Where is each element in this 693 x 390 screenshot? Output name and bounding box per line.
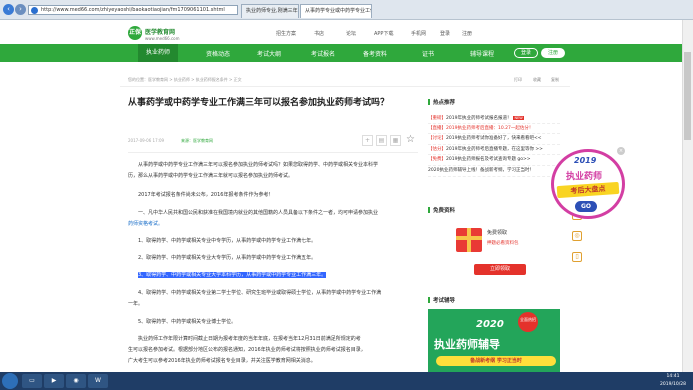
hot-item[interactable]: 【直播】2019执业药师考后直播：10.27一起估分！	[428, 124, 560, 135]
close-icon[interactable]: ×	[617, 147, 625, 155]
toplink-mobile[interactable]: 手机网	[411, 30, 426, 37]
article-item-3: 3、取得药学、中药学或相关专业大学本科学历，从事药学或中药学专业工作满三年。	[138, 270, 327, 281]
scrollbar-thumb[interactable]	[684, 52, 691, 140]
tab-inactive[interactable]: 执业药师专业,刚满三年可...	[241, 4, 299, 18]
explorer-icon[interactable]: ▭	[22, 374, 42, 388]
logo-name[interactable]: 医学教育网	[145, 27, 175, 36]
selected-text[interactable]: 3、取得药学、中药学或相关专业大学本科学历，从事药学或中药学专业工作满三年。	[138, 272, 327, 278]
hot-item[interactable]: 【估分】2019年执业药师考后直播专题，在这里等你 >>	[428, 145, 560, 156]
promo-title: 执业药师	[566, 172, 603, 182]
toplink-plan[interactable]: 招生方案	[276, 30, 296, 37]
promo-year: 2019	[574, 156, 597, 165]
divider	[120, 86, 570, 87]
article-item-1: 1、取得药学、中药学或相关专业中专学历，从事药学或中药学专业工作满七年。	[138, 238, 317, 244]
article-para-2: 2017年考试报名条件尚未公布，2016年报考条件作为参考！	[138, 192, 274, 198]
phone-icon[interactable]: ▯	[572, 252, 582, 262]
favorite-link[interactable]: 收藏	[533, 77, 541, 83]
star-icon[interactable]: ☆	[406, 134, 415, 145]
hot-item[interactable]: 【讨论】2019执业药师考试你准备好了，快来看看吧<<	[428, 134, 560, 145]
login-button[interactable]: 登录	[514, 48, 538, 58]
share-icon[interactable]: ▤	[376, 135, 387, 146]
clock: 14:41 2019/10/28	[660, 374, 686, 387]
start-button[interactable]	[2, 373, 18, 389]
free-subheading: 押题必看资料包	[487, 241, 519, 246]
nav-item-home[interactable]: 执业药师	[138, 44, 179, 62]
logo-icon[interactable]: 正保	[128, 26, 142, 40]
hot-list: 【重磅】2019年执业药师考试报名报道！ NEW 【直播】2019执业药师考后直播…	[428, 113, 560, 177]
chrome-icon[interactable]: ◉	[66, 374, 86, 388]
nav-item-syllabus[interactable]: 考试大纲	[257, 49, 281, 58]
gift-icon	[456, 228, 482, 252]
article-item-5: 5、取得药学、中药学或相关专业博士学位。	[138, 319, 237, 325]
media-icon[interactable]: ▶	[44, 374, 64, 388]
course-title: 考试辅导	[428, 296, 455, 304]
hot-item[interactable]: 【重磅】2019年执业药师考试报名报道！ NEW	[428, 113, 560, 124]
article-divider	[128, 152, 418, 153]
banner-slogan: 备战新考纲 学习正当时	[436, 356, 556, 366]
address-bar[interactable]: http://www.med66.com/zhiyeyaoshi/baokaot…	[28, 5, 238, 15]
back-arrow-icon[interactable]: ‹	[3, 4, 14, 15]
article-para-1b: 历，那么从事药学或中药学专业工作满三年就可以报名参加执业药师考试。	[128, 173, 294, 179]
nav-item-courses[interactable]: 辅导课程	[470, 49, 494, 58]
page-title: 从事药学或中药学专业工作满三年可以报名参加执业药师考试吗？	[128, 98, 390, 108]
claim-button[interactable]: 立即领取	[474, 264, 526, 275]
print-link[interactable]: 打印	[514, 77, 522, 83]
nav-item-news[interactable]: 资格动态	[206, 49, 230, 58]
breadcrumb[interactable]: 您的位置：医学教育网 > 执业药师 > 执业药师报名条件 > 正文	[128, 77, 242, 83]
toplink-book[interactable]: 书店	[314, 30, 324, 37]
register-button[interactable]: 注册	[541, 48, 565, 58]
chat-icon[interactable]: ◎	[572, 231, 582, 241]
article-para-9b: 生可以报名参加考试。根据部分地区公布的报名通知，2016年执业药师考试将按照执业…	[128, 347, 366, 353]
tab-active[interactable]: 从事药学专业或中药学专业工作...	[300, 4, 372, 18]
main-nav	[0, 44, 693, 62]
article-para-9a: 执业药师工作年限计算时间截止日期为报考年度的当年年底，在报考当年12月31日前满…	[138, 336, 361, 342]
promo-go-button[interactable]: GO	[575, 201, 597, 212]
nav-item-materials[interactable]: 备考资料	[363, 49, 387, 58]
zoom-icon[interactable]: +	[362, 135, 373, 146]
banner-tag: 全面热招	[518, 312, 538, 332]
forward-arrow-icon[interactable]: ›	[15, 4, 26, 15]
article-source[interactable]: 来源：医学教育网	[181, 138, 213, 144]
article-para-3a: 一、凡中华人民共和国公民和获准在我国境内就业的其他国籍的人员具备以下条件之一者，…	[138, 210, 379, 216]
qrcode-icon[interactable]: ▦	[390, 135, 401, 146]
logo-url: www.med66.com	[145, 36, 180, 41]
banner-title: 执业药师辅导	[434, 338, 500, 351]
article-para-1a: 从事药学或中药学专业工作满三年可以报名参加执业药师考试吗？如果您取得药学、中药学…	[138, 162, 379, 168]
toplink-register[interactable]: 注册	[462, 30, 472, 37]
article-item-4b: 一年。	[128, 301, 144, 307]
free-heading: 免费领取	[487, 230, 508, 236]
article-para-9c: 广大考生可以参考2016年执业药师考试报名专业目录，并关注医学教育网相关消息。	[128, 358, 316, 364]
nav-item-apply[interactable]: 考试报名	[311, 49, 335, 58]
word-icon[interactable]: W	[88, 374, 108, 388]
hot-item[interactable]: 【免费】2019执业药师报名及考试查询专题 go>>	[428, 155, 560, 166]
article-para-3b[interactable]: 药师资格考试。	[128, 219, 163, 230]
hot-item[interactable]: 2020执业药师辅导上线！备战新考纲，学习正当时！	[428, 166, 560, 177]
ie-icon	[31, 7, 38, 14]
toplink-login[interactable]: 登录	[440, 30, 450, 37]
article-item-2: 2、取得药学、中药学或相关专业大专学历，从事药学或中药学专业工作满五年。	[138, 255, 317, 261]
toplink-app[interactable]: APP下载	[374, 30, 393, 37]
article-item-4a: 4、取得药学、中药学或相关专业第二学士学位、研究生班毕业或取得硕士学位，从事药学…	[138, 290, 382, 296]
toplink-forum[interactable]: 论坛	[346, 30, 356, 37]
free-title: 免费资料	[428, 206, 455, 214]
publish-date: 2017-09-06 17:09	[128, 138, 165, 143]
banner-year: 2020	[476, 319, 504, 330]
nav-item-cert[interactable]: 证书	[422, 49, 434, 58]
address-text: http://www.med66.com/zhiyeyaoshi/baokaot…	[41, 7, 225, 13]
hot-title: 热点推荐	[428, 98, 455, 106]
copy-link[interactable]: 复制	[551, 77, 559, 83]
